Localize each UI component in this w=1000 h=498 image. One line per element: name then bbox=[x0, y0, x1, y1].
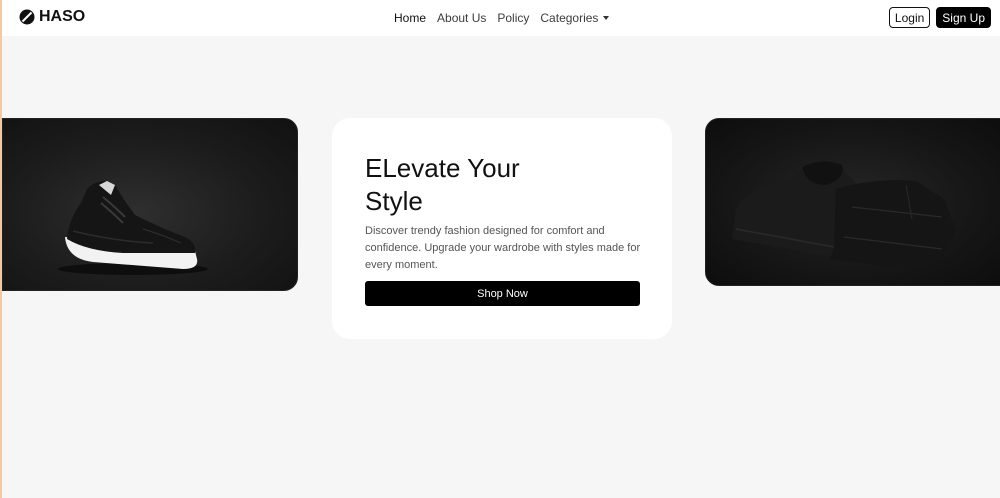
nav-dropdown-categories[interactable]: Categories bbox=[540, 11, 610, 25]
brand-logo[interactable]: HASO bbox=[19, 8, 85, 26]
clothing-illustration bbox=[732, 161, 956, 271]
brand-name: HASO bbox=[39, 8, 86, 25]
nav-dropdown-categories-label: Categories bbox=[540, 11, 599, 25]
clothing-image bbox=[705, 118, 1000, 286]
signup-button[interactable]: Sign Up bbox=[936, 7, 991, 28]
hero-description: Discover trendy fashion designed for com… bbox=[365, 225, 641, 271]
sneaker-illustration bbox=[58, 181, 208, 275]
auth-buttons: Login Sign Up bbox=[888, 7, 991, 28]
caret-down-icon bbox=[603, 16, 610, 20]
login-button[interactable]: Login bbox=[888, 7, 931, 28]
page: HASO Home About Us Policy Categories Log… bbox=[0, 0, 1000, 498]
hero-title: ELevate Your Style bbox=[365, 152, 565, 218]
navbar: HASO Home About Us Policy Categories Log… bbox=[2, 0, 1000, 36]
nav-link-about-us[interactable]: About Us bbox=[437, 11, 486, 25]
hero-card: ELevate Your Style Discover trendy fashi… bbox=[332, 118, 672, 339]
brand-logo-icon bbox=[19, 9, 35, 25]
sneaker-image bbox=[2, 118, 298, 291]
nav-link-home[interactable]: Home bbox=[394, 11, 426, 25]
hero-title-line1: ELevate Your bbox=[365, 153, 520, 183]
shop-now-button[interactable]: Shop Now bbox=[365, 281, 640, 306]
hero-title-line2: Style bbox=[365, 186, 423, 216]
nav-links: Home About Us Policy Categories bbox=[394, 11, 610, 25]
nav-link-policy[interactable]: Policy bbox=[497, 11, 529, 25]
